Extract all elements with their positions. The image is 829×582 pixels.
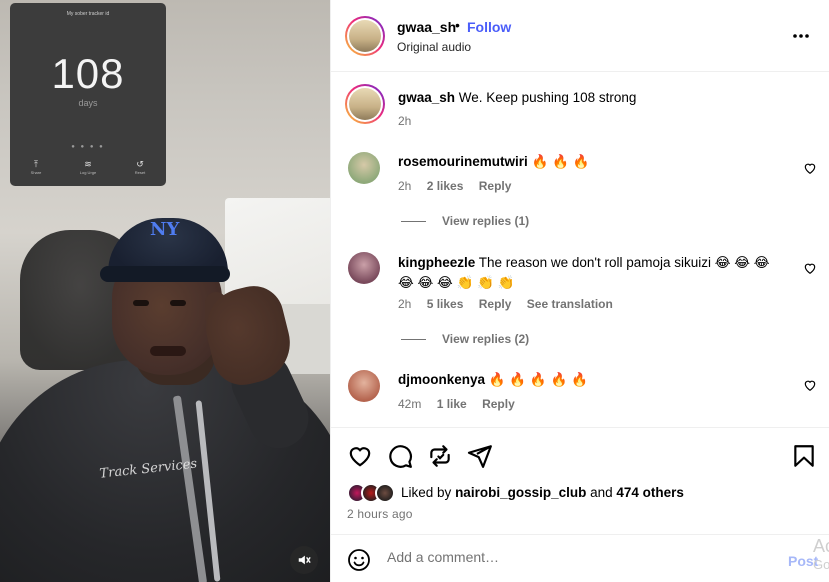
page-dots: ● ● ● ● <box>71 144 105 150</box>
post-actions: Liked by nairobi_gossip_club and 474 oth… <box>331 427 829 547</box>
comment-text: 🔥 🔥 🔥 <box>531 154 590 169</box>
caption-avatar[interactable] <box>345 84 385 124</box>
header-separator: • <box>455 17 460 33</box>
counter-unit: days <box>78 98 98 108</box>
heart-icon[interactable] <box>803 161 817 175</box>
comment-username[interactable]: kingpheezle <box>398 255 475 270</box>
caption: gwaa_sh We. Keep pushing 108 strong <box>398 88 778 108</box>
comment-input[interactable] <box>387 549 767 565</box>
comment-time: 2h <box>398 297 412 311</box>
author-username[interactable]: gwaa_sh <box>397 19 456 35</box>
comment-avatar[interactable] <box>348 370 380 402</box>
view-replies-label: View replies (1) <box>442 214 530 228</box>
audio-link[interactable]: Original audio <box>397 40 471 54</box>
view-replies-button[interactable]: View replies (2) <box>401 332 529 346</box>
comment-meta: 2h 2 likes Reply <box>398 179 523 193</box>
see-translation-button[interactable]: See translation <box>527 297 613 311</box>
bookmark-icon[interactable] <box>791 443 817 469</box>
comment-body: kingpheezle The reason we don't roll pam… <box>398 253 778 293</box>
view-replies-label: View replies (2) <box>442 332 530 346</box>
comment-avatar[interactable] <box>348 252 380 284</box>
liker-avatar <box>375 483 395 503</box>
post-side-panel: gwaa_sh • Follow Original audio gwaa_sh … <box>330 0 829 582</box>
reset-icon: ↺ <box>136 159 144 169</box>
liked-prefix: Liked by <box>401 485 452 500</box>
liked-and: and <box>590 485 613 500</box>
caption-meta: 2h <box>398 114 423 128</box>
phone-controls: ⤒ Share ≋ Log Urge ↺ Reset <box>10 159 166 175</box>
counter-value: 108 <box>51 50 125 97</box>
cap-logo: NY <box>150 219 180 240</box>
comment-likes[interactable]: 2 likes <box>427 179 464 193</box>
comment-meta: 42m 1 like Reply <box>398 397 527 411</box>
eye-left <box>133 300 149 306</box>
comment-body: rosemourinemutwiri 🔥 🔥 🔥 <box>398 152 778 172</box>
likes-count-link[interactable]: 474 others <box>616 485 684 500</box>
eye-right <box>170 300 186 306</box>
overlay-watermark-line1: Ac <box>813 536 829 556</box>
comment-time: 2h <box>398 179 412 193</box>
add-comment-bar: Post Ac Go <box>331 534 829 582</box>
post-header: gwaa_sh • Follow Original audio <box>331 0 829 72</box>
reply-button[interactable]: Reply <box>479 179 512 193</box>
phone-goal-text: My sober tracker id <box>66 11 110 17</box>
comment-meta: 2h 5 likes Reply See translation <box>398 297 625 311</box>
more-options-button[interactable] <box>792 23 810 44</box>
wave-icon: ≋ <box>84 159 92 169</box>
share-icon[interactable] <box>467 443 493 469</box>
view-replies-button[interactable]: View replies (1) <box>401 214 529 228</box>
phone-log-urge-control: ≋ Log Urge <box>68 159 108 175</box>
likers-avatars[interactable] <box>347 483 399 503</box>
heart-icon[interactable] <box>803 261 817 275</box>
comment-body: djmoonkenya 🔥 🔥 🔥 🔥 🔥 <box>398 370 778 390</box>
smiley-icon[interactable] <box>347 548 371 572</box>
heart-icon[interactable] <box>803 378 817 392</box>
share-icon: ⤒ <box>34 159 38 169</box>
more-horizontal-icon <box>793 34 809 38</box>
mouth <box>150 346 186 356</box>
phone-screen-overlay: My sober tracker id 108 days ● ● ● ● ⤒ Sh… <box>10 3 166 186</box>
phone-share-control: ⤒ Share <box>16 159 56 175</box>
repost-icon[interactable] <box>427 443 453 469</box>
phone-reset-control: ↺ Reset <box>120 159 160 175</box>
liked-user-link[interactable]: nairobi_gossip_club <box>455 485 586 500</box>
post-media[interactable]: Track Services NY My sober tracker id 10… <box>0 0 330 582</box>
comment-text: 🔥 🔥 🔥 🔥 🔥 <box>488 372 588 387</box>
replies-divider <box>401 338 426 340</box>
comment-username[interactable]: rosemourinemutwiri <box>398 154 528 169</box>
comment-avatar[interactable] <box>348 152 380 184</box>
comment-likes[interactable]: 1 like <box>437 397 467 411</box>
comment-time: 42m <box>398 397 422 411</box>
author-avatar[interactable] <box>345 16 385 56</box>
comment-icon[interactable] <box>387 443 413 469</box>
reply-button[interactable]: Reply <box>479 297 512 311</box>
liked-by-text: Liked by nairobi_gossip_club and 474 oth… <box>401 485 684 500</box>
reply-button[interactable]: Reply <box>482 397 515 411</box>
heart-icon[interactable] <box>347 443 373 469</box>
comment-likes[interactable]: 5 likes <box>427 297 464 311</box>
speaker-muted-icon <box>298 555 311 565</box>
post-timestamp[interactable]: 2 hours ago <box>347 507 413 521</box>
cap-brim <box>100 266 230 282</box>
follow-button[interactable]: Follow <box>467 19 511 35</box>
replies-divider <box>401 220 426 222</box>
comments-list[interactable]: gwaa_sh We. Keep pushing 108 strong 2h r… <box>331 72 829 427</box>
caption-text: We. Keep pushing 108 strong <box>458 90 637 105</box>
overlay-watermark-line2: Go <box>813 557 829 572</box>
caption-username[interactable]: gwaa_sh <box>398 90 455 105</box>
caption-time: 2h <box>398 114 412 128</box>
comment-username[interactable]: djmoonkenya <box>398 372 485 387</box>
mute-button[interactable] <box>290 546 318 574</box>
